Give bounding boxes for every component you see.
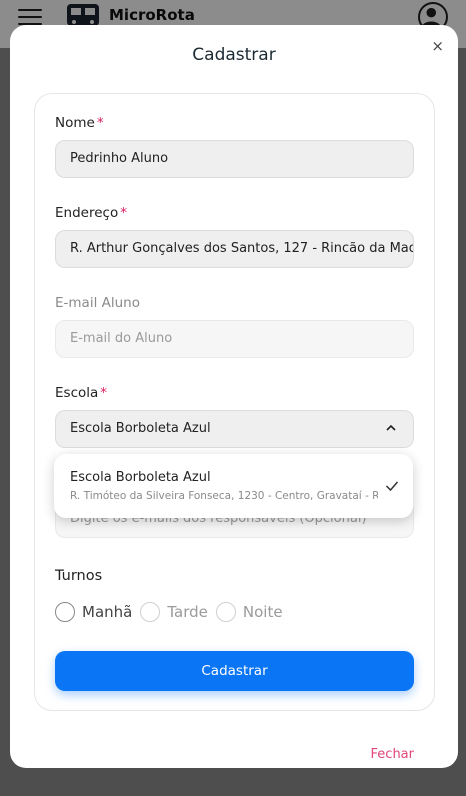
register-modal: Cadastrar × Nome * Pedrinho Aluno Endereç…: [10, 25, 458, 768]
escola-label: Escola *: [55, 385, 107, 401]
radio-circle[interactable]: [55, 602, 75, 622]
escola-select[interactable]: Escola Borboleta Azul: [55, 410, 414, 448]
endereco-input[interactable]: R. Arthur Gonçalves dos Santos, 127 - Ri…: [55, 230, 414, 268]
escola-option-title: Escola Borboleta Azul: [70, 470, 211, 485]
nome-label: Nome *: [55, 115, 104, 131]
fechar-link[interactable]: Fechar: [371, 747, 414, 762]
turnos-title: Turnos: [55, 568, 103, 584]
form-card: Nome * Pedrinho Aluno Endereço * R. Arthur…: [34, 93, 435, 711]
escola-selected-value: Escola Borboleta Azul: [70, 421, 211, 436]
required-mark: *: [100, 385, 108, 401]
email-input[interactable]: E-mail do Aluno: [55, 320, 414, 358]
turno-noite-radio[interactable]: Noite: [215, 602, 283, 622]
turnos-radio-group: Manhã Tarde Noite: [55, 602, 291, 622]
nome-input[interactable]: Pedrinho Aluno: [55, 140, 414, 178]
required-mark: *: [96, 115, 104, 131]
escola-option[interactable]: Escola Borboleta Azul R. Timóteo da Silv…: [54, 454, 413, 518]
email-label: E-mail Aluno: [55, 295, 140, 311]
turno-label: Tarde: [167, 603, 208, 621]
escola-option-address: R. Timóteo da Silveira Fonseca, 1230 - C…: [70, 490, 378, 502]
modal-title: Cadastrar: [192, 45, 276, 65]
nome-label-text: Nome: [55, 115, 95, 131]
submit-button[interactable]: Cadastrar: [55, 651, 414, 691]
radio-circle[interactable]: [140, 602, 161, 622]
escola-label-text: Escola: [55, 385, 99, 401]
chevron-up-icon: [386, 424, 396, 431]
endereco-label: Endereço *: [55, 205, 127, 221]
turno-label: Manhã: [82, 603, 133, 621]
required-mark: *: [120, 205, 127, 221]
escola-dropdown: Escola Borboleta Azul R. Timóteo da Silv…: [54, 454, 413, 518]
turno-tarde-radio[interactable]: Tarde: [140, 602, 208, 622]
radio-circle[interactable]: [215, 602, 236, 622]
endereco-label-text: Endereço: [55, 205, 119, 221]
close-icon[interactable]: ×: [431, 37, 444, 55]
turno-label: Noite: [242, 603, 283, 621]
turno-manha-radio[interactable]: Manhã: [55, 602, 132, 622]
check-icon: [385, 481, 399, 492]
